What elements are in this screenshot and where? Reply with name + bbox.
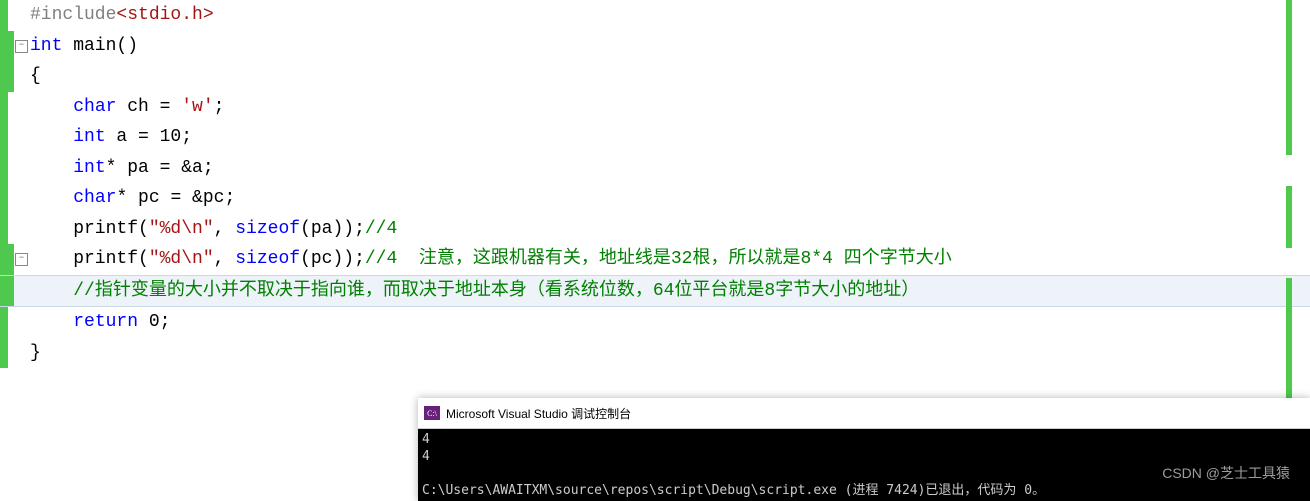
code-editor[interactable]: #include<stdio.h> −int main() { char ch … (0, 0, 1310, 368)
include-target: <stdio.h> (116, 5, 213, 25)
debug-console-window[interactable]: C:\ Microsoft Visual Studio 调试控制台 4 4 C:… (418, 398, 1310, 501)
watermark-text: CSDN @芝士工具猿 (1162, 463, 1290, 483)
code-line: − printf("%d\n", sizeof(pc));//4 注意，这跟机器… (0, 244, 1310, 275)
code-line: −int main() (0, 31, 1310, 62)
code-line: char ch = 'w'; (0, 92, 1310, 123)
code-line: #include<stdio.h> (0, 0, 1310, 31)
change-indicator (1286, 186, 1292, 248)
change-indicator (1286, 0, 1292, 155)
console-titlebar[interactable]: C:\ Microsoft Visual Studio 调试控制台 (418, 398, 1310, 429)
code-line: char* pc = &pc; (0, 183, 1310, 214)
code-line: } (0, 338, 1310, 369)
change-indicator (1286, 278, 1292, 398)
code-line: int a = 10; (0, 122, 1310, 153)
console-title-text: Microsoft Visual Studio 调试控制台 (446, 405, 631, 422)
code-line: { (0, 61, 1310, 92)
preproc-directive: #include (30, 5, 116, 25)
vs-console-icon: C:\ (424, 406, 440, 420)
code-line: int* pa = &a; (0, 153, 1310, 184)
code-line: printf("%d\n", sizeof(pa));//4 (0, 214, 1310, 245)
code-line: return 0; (0, 307, 1310, 338)
code-line-current: //指针变量的大小并不取决于指向谁，而取决于地址本身（看系统位数，64位平台就是… (0, 275, 1310, 308)
collapse-toggle-icon[interactable]: − (15, 40, 28, 53)
collapse-toggle-icon[interactable]: − (15, 253, 28, 266)
